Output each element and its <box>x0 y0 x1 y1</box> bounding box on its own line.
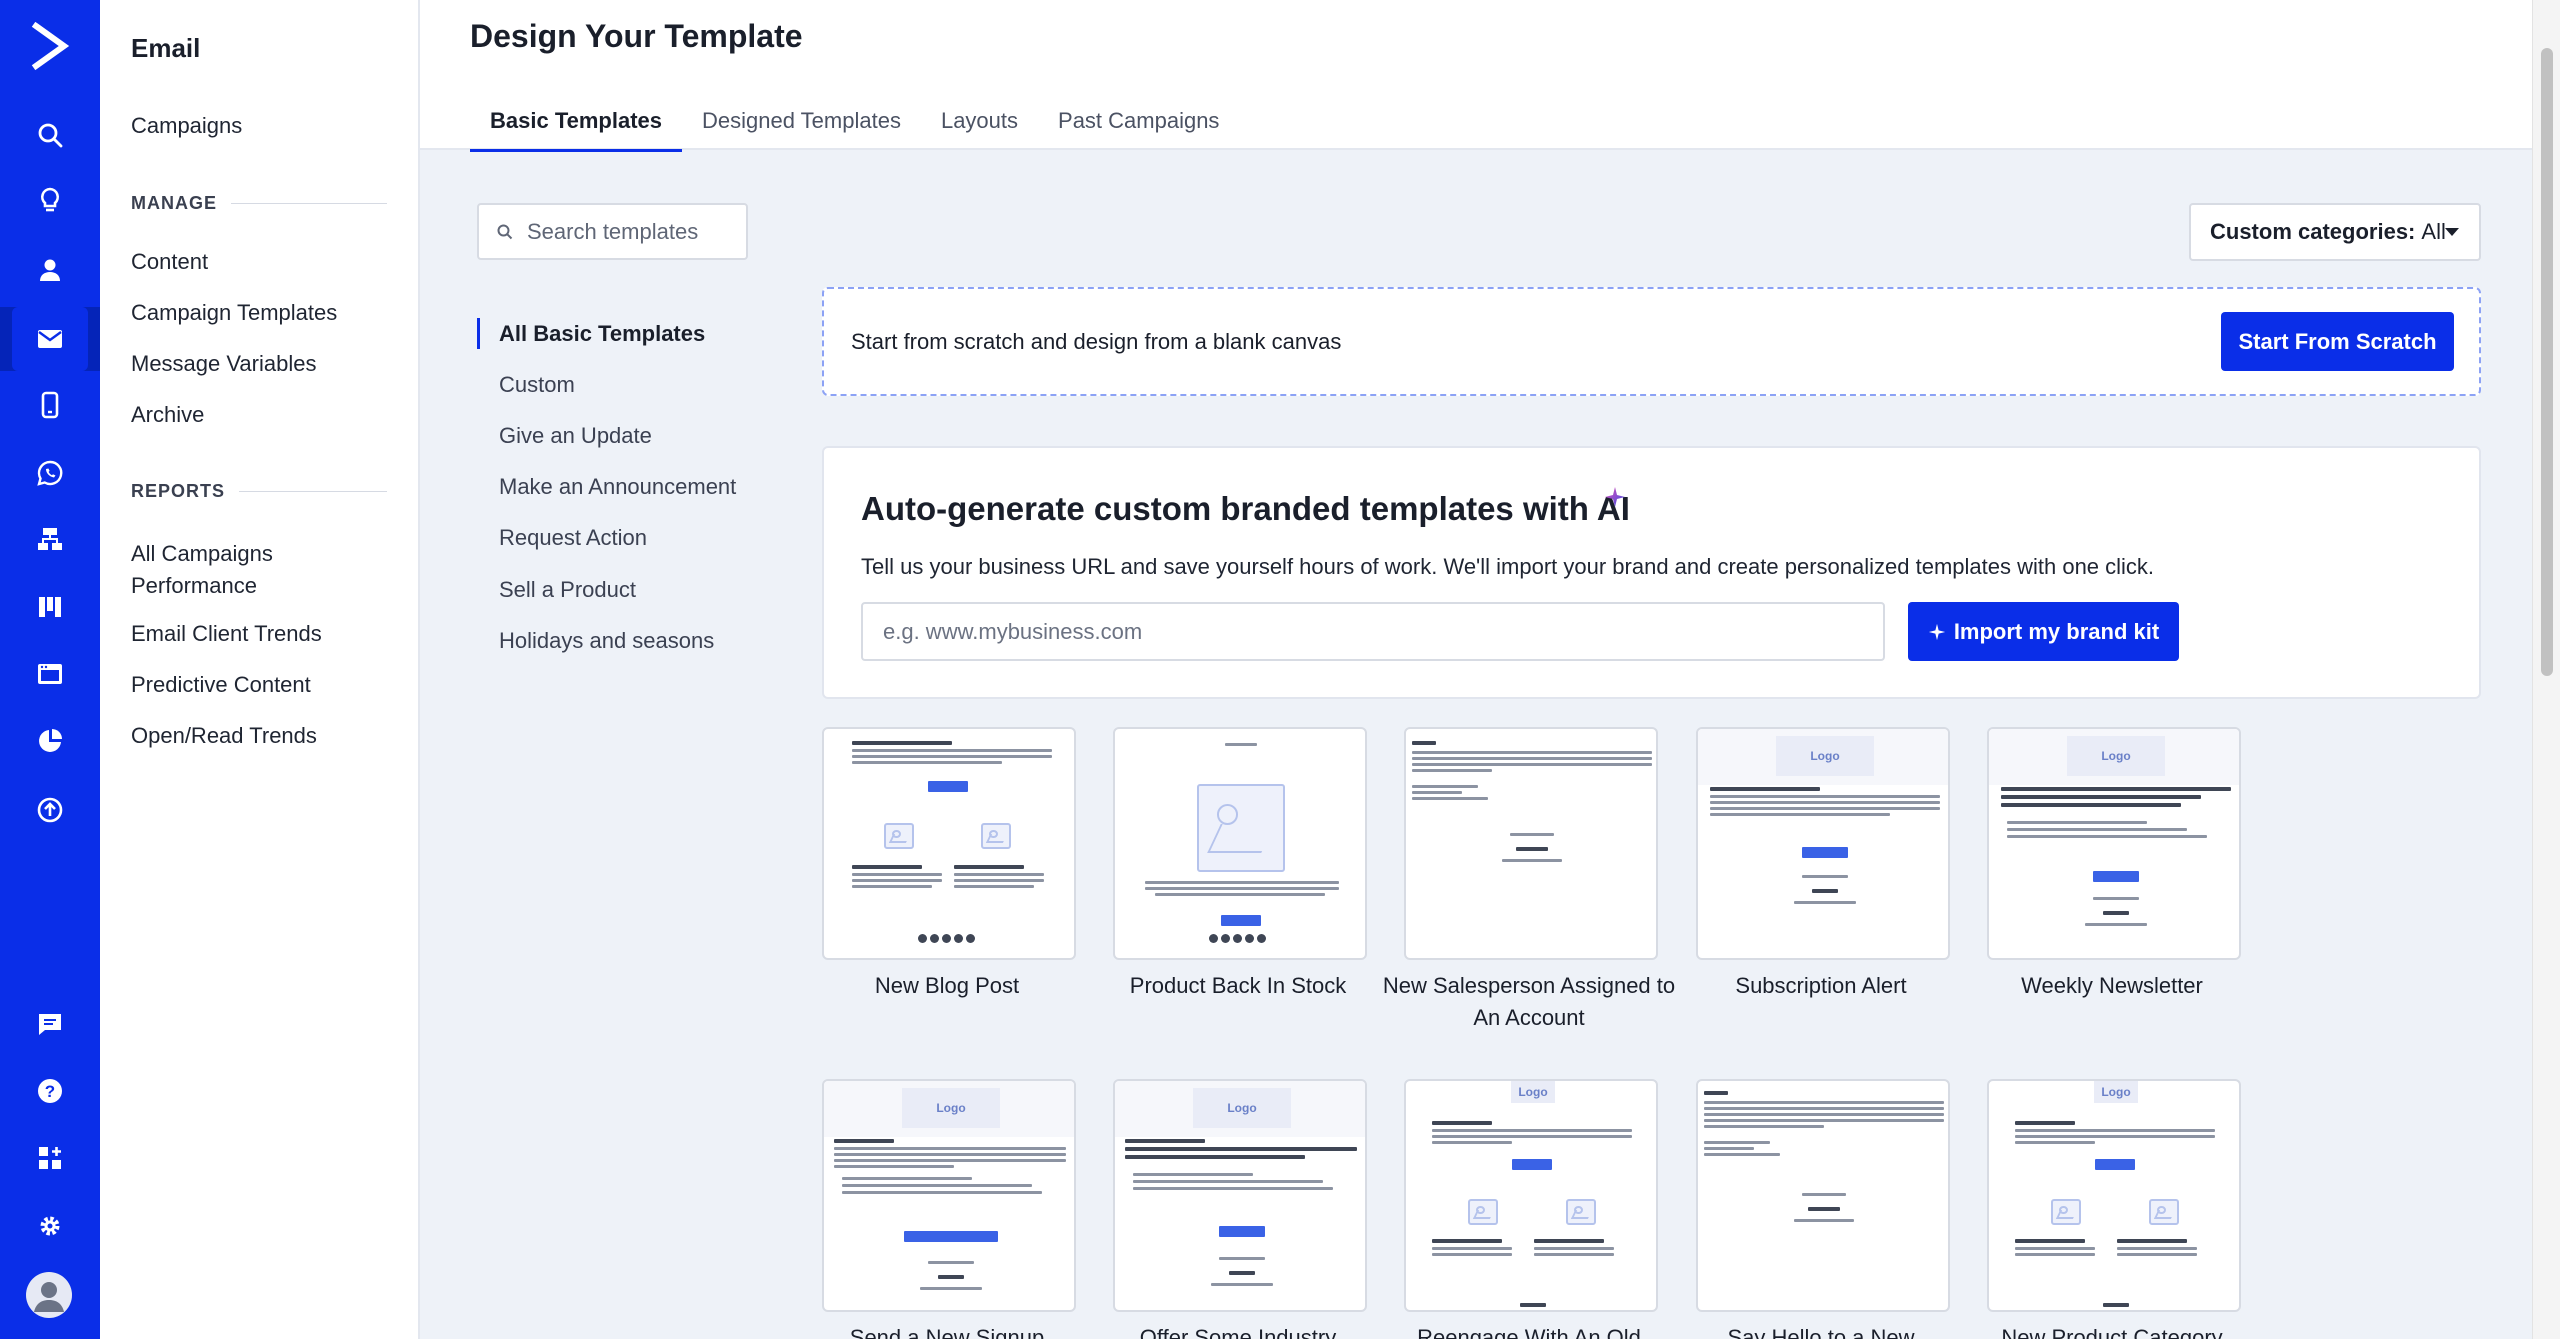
import-brand-kit-label: Import my brand kit <box>1953 618 2160 644</box>
category-request-action[interactable]: Request Action <box>477 513 757 564</box>
search-input[interactable] <box>527 218 737 245</box>
tab-basic-templates[interactable]: Basic Templates <box>470 108 683 152</box>
reports-section-header: REPORTS <box>131 481 387 502</box>
conversations-icon[interactable] <box>0 992 100 1056</box>
dropdown-value: All <box>2421 219 2446 244</box>
page-title: Design Your Template <box>470 18 803 54</box>
template-card-new-product-category[interactable]: Logo <box>1987 1079 2241 1312</box>
category-give-an-update[interactable]: Give an Update <box>477 410 757 461</box>
template-card-subscription-alert[interactable]: Logo <box>1696 727 1950 960</box>
subnav-all-campaigns-performance[interactable]: All Campaigns Performance <box>131 538 331 602</box>
search-box <box>477 203 748 260</box>
email-icon[interactable] <box>0 307 100 371</box>
page-scrollbar[interactable] <box>2532 0 2560 1339</box>
reports-icon[interactable] <box>0 709 100 773</box>
manage-section-header: MANAGE <box>131 193 387 214</box>
template-name: New Product Category <box>2001 1325 2223 1339</box>
lightbulb-icon[interactable] <box>0 168 100 232</box>
deals-icon[interactable] <box>0 575 100 639</box>
start-from-scratch-button[interactable]: Start From Scratch <box>2221 312 2454 371</box>
subnav-open-read-trends[interactable]: Open/Read Trends <box>131 723 317 749</box>
business-url-input[interactable] <box>861 602 1885 661</box>
subnav-email-client-trends[interactable]: Email Client Trends <box>131 621 322 647</box>
subnav-message-variables[interactable]: Message Variables <box>131 351 316 377</box>
template-card-send-a-new-signup[interactable]: Logo <box>822 1079 1076 1312</box>
subnav-archive[interactable]: Archive <box>131 402 204 428</box>
template-name: Product Back In Stock <box>1129 973 1347 998</box>
template-name: Weekly Newsletter <box>2021 973 2203 998</box>
template-tabs: Basic Templates Designed Templates Layou… <box>470 108 1239 152</box>
template-name: Say Hello to a New <box>1727 1325 1915 1339</box>
avatar[interactable] <box>26 1272 72 1318</box>
template-card-say-hello-to-a-new[interactable] <box>1696 1079 1950 1312</box>
subnav-predictive-content[interactable]: Predictive Content <box>131 672 311 698</box>
dropdown-label: Custom categories: <box>2210 219 2416 244</box>
email-subnav: Email Campaigns MANAGE Content Campaign … <box>100 0 420 1339</box>
template-card-new-blog-post[interactable] <box>822 727 1076 960</box>
page-header: Design Your Template Basic Templates Des… <box>420 0 2532 152</box>
apps-icon[interactable] <box>0 1126 100 1190</box>
template-card-weekly-newsletter[interactable]: Logo <box>1987 727 2241 960</box>
search-icon[interactable] <box>0 103 100 167</box>
template-card-reengage-with-an-old[interactable]: Logo <box>1404 1079 1658 1312</box>
automations-icon[interactable] <box>0 507 100 571</box>
upload-icon[interactable] <box>0 778 100 842</box>
category-make-an-announcement[interactable]: Make an Announcement <box>477 462 757 513</box>
tab-past-campaigns[interactable]: Past Campaigns <box>1038 108 1239 150</box>
custom-categories-dropdown[interactable]: Custom categories: All <box>2189 203 2481 261</box>
search-icon <box>497 224 513 239</box>
subnav-content[interactable]: Content <box>131 249 208 275</box>
category-all-basic-templates[interactable]: All Basic Templates <box>477 308 757 359</box>
ai-title: Auto-generate custom branded templates w… <box>861 490 1630 527</box>
import-brand-kit-button[interactable]: Import my brand kit <box>1908 602 2179 661</box>
template-name: Offer Some Industry <box>1139 1325 1337 1339</box>
subnav-campaign-templates[interactable]: Campaign Templates <box>131 300 337 326</box>
contacts-icon[interactable] <box>0 238 100 302</box>
template-name: New Blog Post <box>874 973 1020 998</box>
start-from-scratch-panel: Start from scratch and design from a bla… <box>822 287 2481 396</box>
template-card-offer-some-industry[interactable]: Logo <box>1113 1079 1367 1312</box>
tab-designed-templates[interactable]: Designed Templates <box>682 108 921 150</box>
activecampaign-logo[interactable] <box>28 20 72 72</box>
template-card-new-salesperson[interactable] <box>1404 727 1658 960</box>
sms-icon[interactable] <box>0 373 100 437</box>
template-name: New Salesperson Assigned to An Account <box>1382 973 1676 1030</box>
category-custom[interactable]: Custom <box>477 359 757 410</box>
section-title: Email <box>131 33 201 63</box>
sparkle-icon <box>1605 487 1625 507</box>
tab-layouts[interactable]: Layouts <box>921 108 1038 150</box>
svg-text:?: ? <box>45 1082 55 1101</box>
website-icon[interactable] <box>0 642 100 706</box>
category-sell-a-product[interactable]: Sell a Product <box>477 564 757 615</box>
category-list: All Basic Templates Custom Give an Updat… <box>477 308 757 666</box>
template-name: Subscription Alert <box>1735 973 1907 998</box>
ai-brand-kit-panel: Auto-generate custom branded templates w… <box>822 446 2481 699</box>
ai-description: Tell us your business URL and save yours… <box>861 554 2155 579</box>
scratch-text: Start from scratch and design from a bla… <box>851 329 1342 354</box>
subnav-campaigns[interactable]: Campaigns <box>131 113 242 139</box>
settings-icon[interactable] <box>0 1194 100 1258</box>
chevron-down-icon <box>2445 228 2459 236</box>
scrollbar-thumb[interactable] <box>2541 48 2553 676</box>
category-holidays-and-seasons[interactable]: Holidays and seasons <box>477 615 757 666</box>
app-rail: ? <box>0 0 100 1339</box>
template-name: Send a New Signup <box>849 1325 1045 1339</box>
sparkle-icon <box>1928 623 1945 640</box>
whatsapp-icon[interactable] <box>0 441 100 505</box>
template-card-product-back-in-stock[interactable] <box>1113 727 1367 960</box>
help-icon[interactable]: ? <box>0 1059 100 1123</box>
template-name: Reengage With An Old <box>1417 1325 1641 1339</box>
